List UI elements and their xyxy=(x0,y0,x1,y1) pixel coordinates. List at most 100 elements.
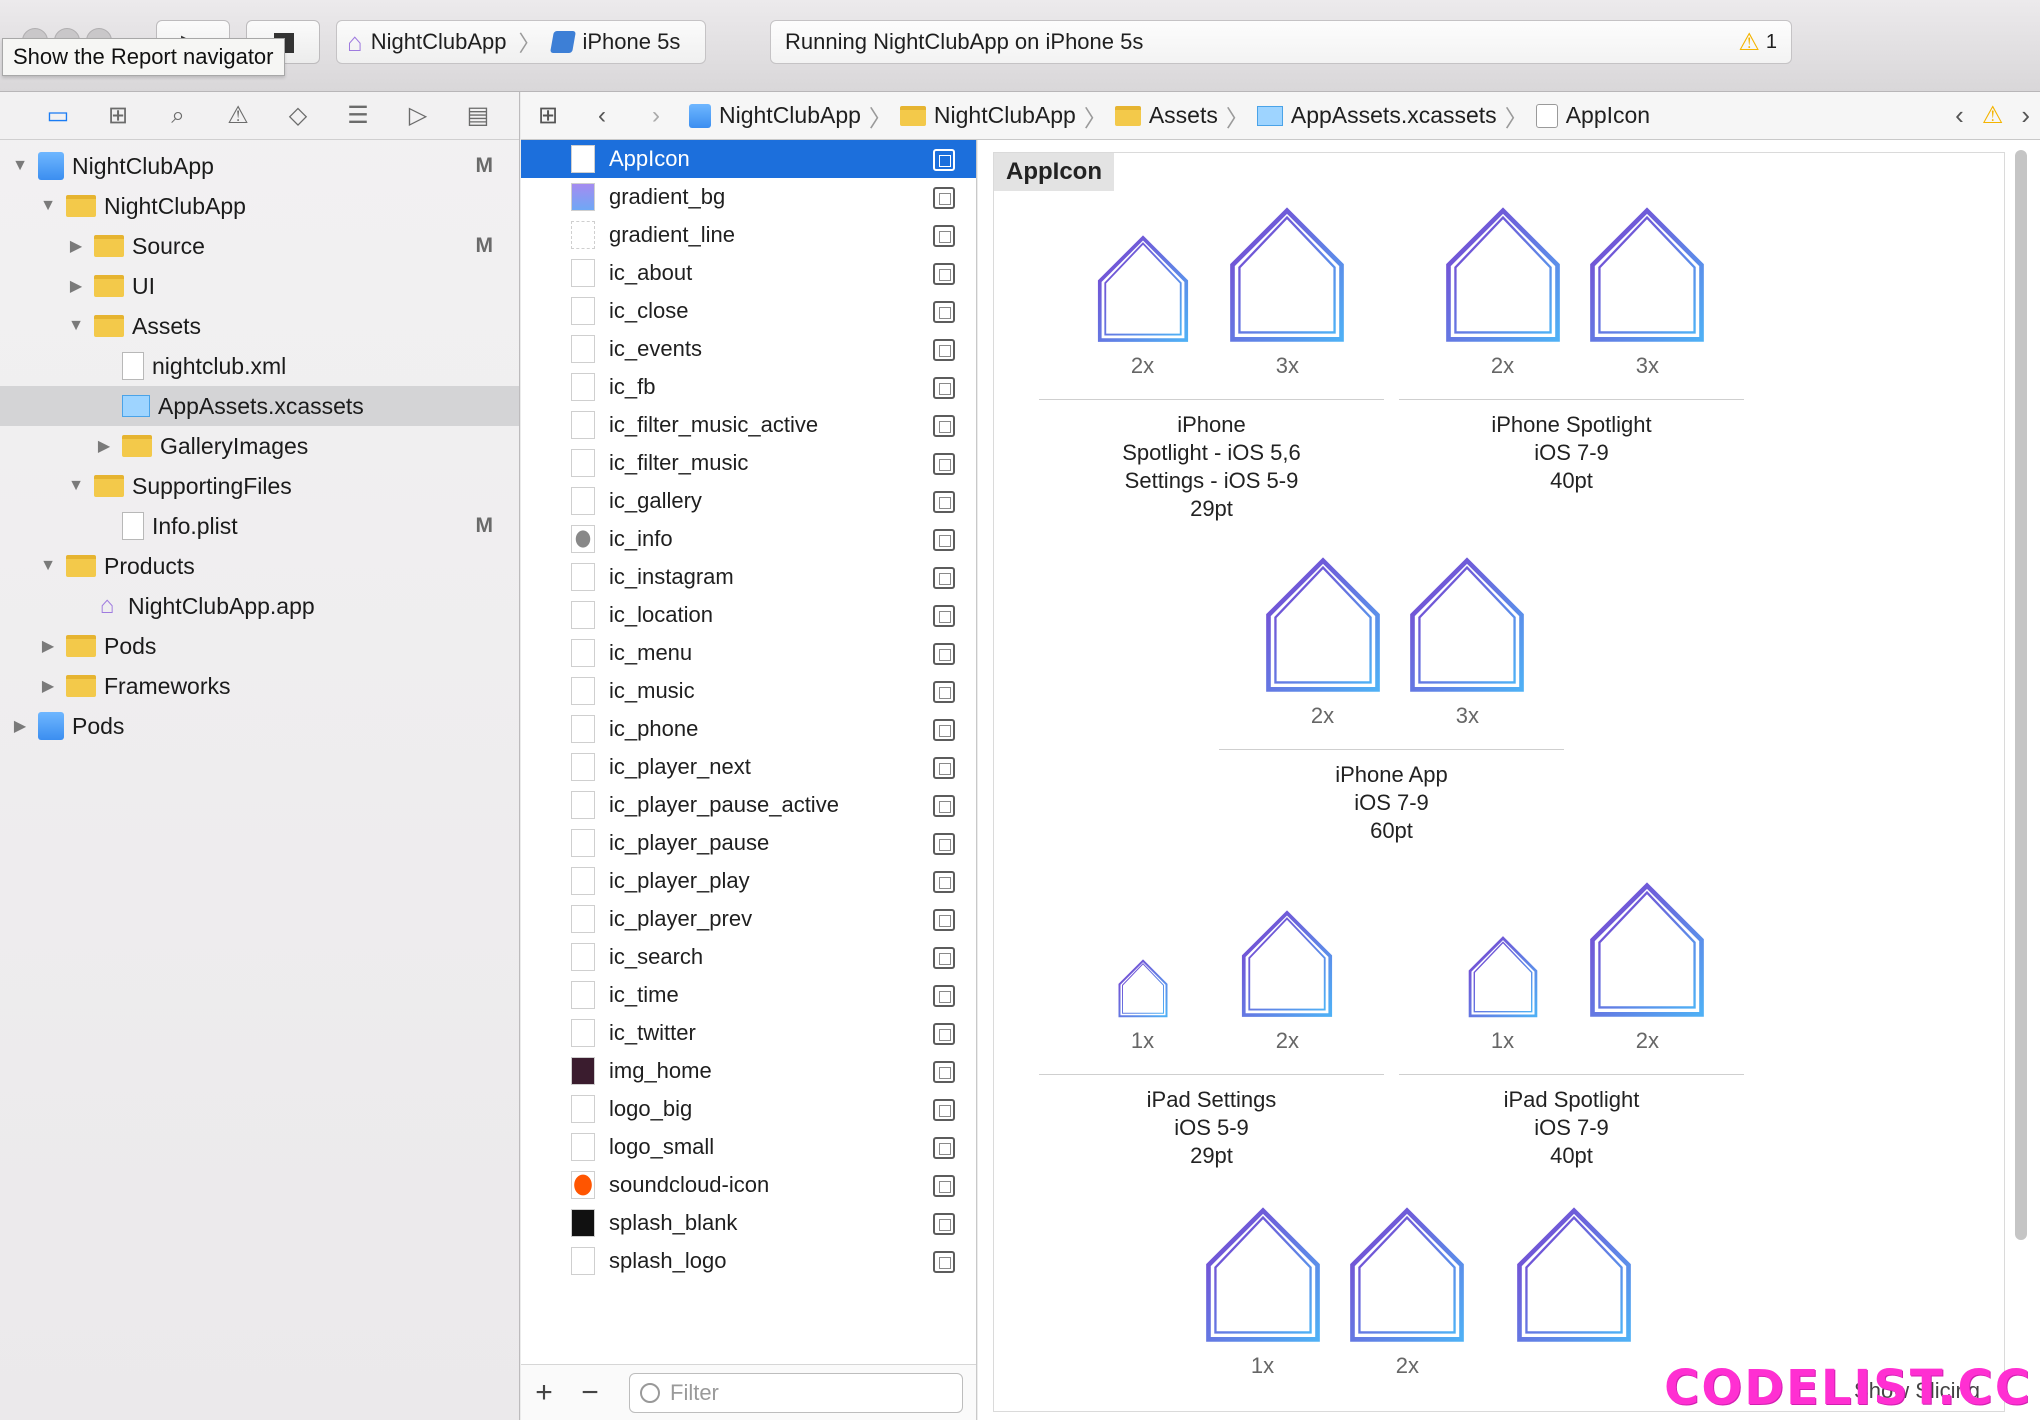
debug-icon[interactable]: ☰ xyxy=(328,92,388,140)
asset-checkbox[interactable] xyxy=(933,263,955,285)
icon-slot[interactable]: 1x xyxy=(1073,878,1213,1054)
remove-asset-button[interactable]: − xyxy=(567,1376,613,1410)
test-icon[interactable]: ◇ xyxy=(268,92,328,140)
breakpoint-icon[interactable]: ▷ xyxy=(388,92,448,140)
asset-checkbox[interactable] xyxy=(933,567,955,589)
tree-item[interactable]: ▼ Assets xyxy=(0,306,519,346)
breadcrumb-item[interactable]: AppIcon xyxy=(1530,102,1656,129)
asset-item[interactable]: ic_twitter xyxy=(521,1014,976,1052)
asset-checkbox[interactable] xyxy=(933,833,955,855)
disclosure-open-icon[interactable]: ▼ xyxy=(66,317,86,335)
next-issue-icon[interactable]: › xyxy=(2021,100,2030,131)
asset-checkbox[interactable] xyxy=(933,225,955,247)
asset-item[interactable]: splash_logo xyxy=(521,1242,976,1280)
asset-checkbox[interactable] xyxy=(933,339,955,361)
icon-slot[interactable]: 2x xyxy=(1337,1203,1477,1379)
disclosure-closed-icon[interactable]: ▶ xyxy=(66,276,86,296)
scroll-knob[interactable] xyxy=(2015,150,2027,1240)
icon-slot[interactable]: 1x xyxy=(1193,1203,1333,1379)
tree-item[interactable]: ▶ Pods xyxy=(0,706,519,746)
related-items-icon[interactable]: ⊞ xyxy=(521,101,575,130)
breadcrumb-item[interactable]: Assets xyxy=(1109,102,1224,129)
icon-slot[interactable]: 2x xyxy=(1577,878,1717,1054)
asset-checkbox[interactable] xyxy=(933,1023,955,1045)
tree-item[interactable]: ⌂ NightClubApp.app xyxy=(0,586,519,626)
tree-item[interactable]: ▼ NightClubApp M xyxy=(0,146,519,186)
disclosure-closed-icon[interactable]: ▶ xyxy=(94,436,114,456)
icon-slot[interactable]: 2x xyxy=(1073,203,1213,379)
asset-item[interactable]: ic_filter_music_active xyxy=(521,406,976,444)
asset-item[interactable]: AppIcon xyxy=(521,140,976,178)
asset-item[interactable]: ic_menu xyxy=(521,634,976,672)
asset-item[interactable]: ic_player_play xyxy=(521,862,976,900)
tree-item[interactable]: ▶ UI xyxy=(0,266,519,306)
breadcrumb-item[interactable]: NightClubApp xyxy=(683,102,867,129)
icon-slot[interactable]: 3x xyxy=(1397,553,1537,729)
asset-item[interactable]: ic_instagram xyxy=(521,558,976,596)
disclosure-open-icon[interactable]: ▼ xyxy=(10,157,30,175)
scheme-device[interactable]: iPhone 5s xyxy=(542,29,690,55)
forward-icon[interactable]: › xyxy=(629,102,683,130)
add-asset-button[interactable]: + xyxy=(521,1376,567,1410)
asset-checkbox[interactable] xyxy=(933,681,955,703)
asset-item[interactable]: ic_player_pause xyxy=(521,824,976,862)
disclosure-open-icon[interactable]: ▼ xyxy=(38,557,58,575)
disclosure-open-icon[interactable]: ▼ xyxy=(66,477,86,495)
asset-checkbox[interactable] xyxy=(933,643,955,665)
asset-checkbox[interactable] xyxy=(933,909,955,931)
hierarchy-icon[interactable]: ⊞ xyxy=(88,92,148,140)
asset-item[interactable]: ic_info xyxy=(521,520,976,558)
filter-field[interactable]: Filter xyxy=(629,1372,963,1413)
tree-item[interactable]: ▶ GalleryImages xyxy=(0,426,519,466)
asset-item[interactable]: gradient_bg xyxy=(521,178,976,216)
asset-checkbox[interactable] xyxy=(933,1137,955,1159)
disclosure-closed-icon[interactable]: ▶ xyxy=(66,236,86,256)
icon-slot[interactable] xyxy=(1504,1203,1644,1343)
tree-item[interactable]: ▶ Pods xyxy=(0,626,519,666)
asset-checkbox[interactable] xyxy=(933,1251,955,1273)
tree-item[interactable]: ▶ Source M xyxy=(0,226,519,266)
breadcrumb-item[interactable]: NightClubApp xyxy=(894,102,1082,129)
tree-item[interactable]: ▶ Frameworks xyxy=(0,666,519,706)
asset-item[interactable]: ic_player_next xyxy=(521,748,976,786)
asset-item[interactable]: ic_gallery xyxy=(521,482,976,520)
disclosure-closed-icon[interactable]: ▶ xyxy=(38,676,58,696)
asset-item[interactable]: ic_fb xyxy=(521,368,976,406)
scheme-target[interactable]: ⌂ NightClubApp xyxy=(337,27,516,58)
search-icon[interactable]: ⌕ xyxy=(148,92,208,140)
asset-item[interactable]: logo_big xyxy=(521,1090,976,1128)
icon-slot[interactable]: 3x xyxy=(1217,203,1357,379)
previous-issue-icon[interactable]: ‹ xyxy=(1955,100,1964,131)
icon-slot[interactable]: 1x xyxy=(1433,878,1573,1054)
tree-item[interactable]: ▼ Products xyxy=(0,546,519,586)
disclosure-open-icon[interactable]: ▼ xyxy=(38,197,58,215)
asset-item[interactable]: ic_music xyxy=(521,672,976,710)
warning-badge[interactable]: ⚠ 1 xyxy=(1738,28,1777,57)
warning-icon[interactable]: ⚠ xyxy=(1982,101,2004,130)
asset-item[interactable]: ic_about xyxy=(521,254,976,292)
asset-item[interactable]: gradient_line xyxy=(521,216,976,254)
tree-item[interactable]: ▼ NightClubApp xyxy=(0,186,519,226)
asset-checkbox[interactable] xyxy=(933,795,955,817)
tree-item[interactable]: Info.plist M xyxy=(0,506,519,546)
icon-slot[interactable]: 3x xyxy=(1577,203,1717,379)
vertical-scrollbar[interactable] xyxy=(2015,150,2029,1250)
asset-item[interactable]: ic_player_prev xyxy=(521,900,976,938)
icon-slot[interactable]: 2x xyxy=(1253,553,1393,729)
asset-item[interactable]: img_home xyxy=(521,1052,976,1090)
asset-checkbox[interactable] xyxy=(933,985,955,1007)
asset-checkbox[interactable] xyxy=(933,453,955,475)
icon-slot[interactable]: 2x xyxy=(1217,878,1357,1054)
tree-item[interactable]: ▼ SupportingFiles xyxy=(0,466,519,506)
asset-checkbox[interactable] xyxy=(933,529,955,551)
back-icon[interactable]: ‹ xyxy=(575,102,629,130)
asset-checkbox[interactable] xyxy=(933,415,955,437)
asset-item[interactable]: splash_blank xyxy=(521,1204,976,1242)
asset-checkbox[interactable] xyxy=(933,377,955,399)
disclosure-closed-icon[interactable]: ▶ xyxy=(38,636,58,656)
asset-checkbox[interactable] xyxy=(933,1213,955,1235)
asset-item[interactable]: ic_filter_music xyxy=(521,444,976,482)
folder-icon[interactable]: ▭ xyxy=(28,92,88,140)
asset-checkbox[interactable] xyxy=(933,1061,955,1083)
asset-checkbox[interactable] xyxy=(933,947,955,969)
